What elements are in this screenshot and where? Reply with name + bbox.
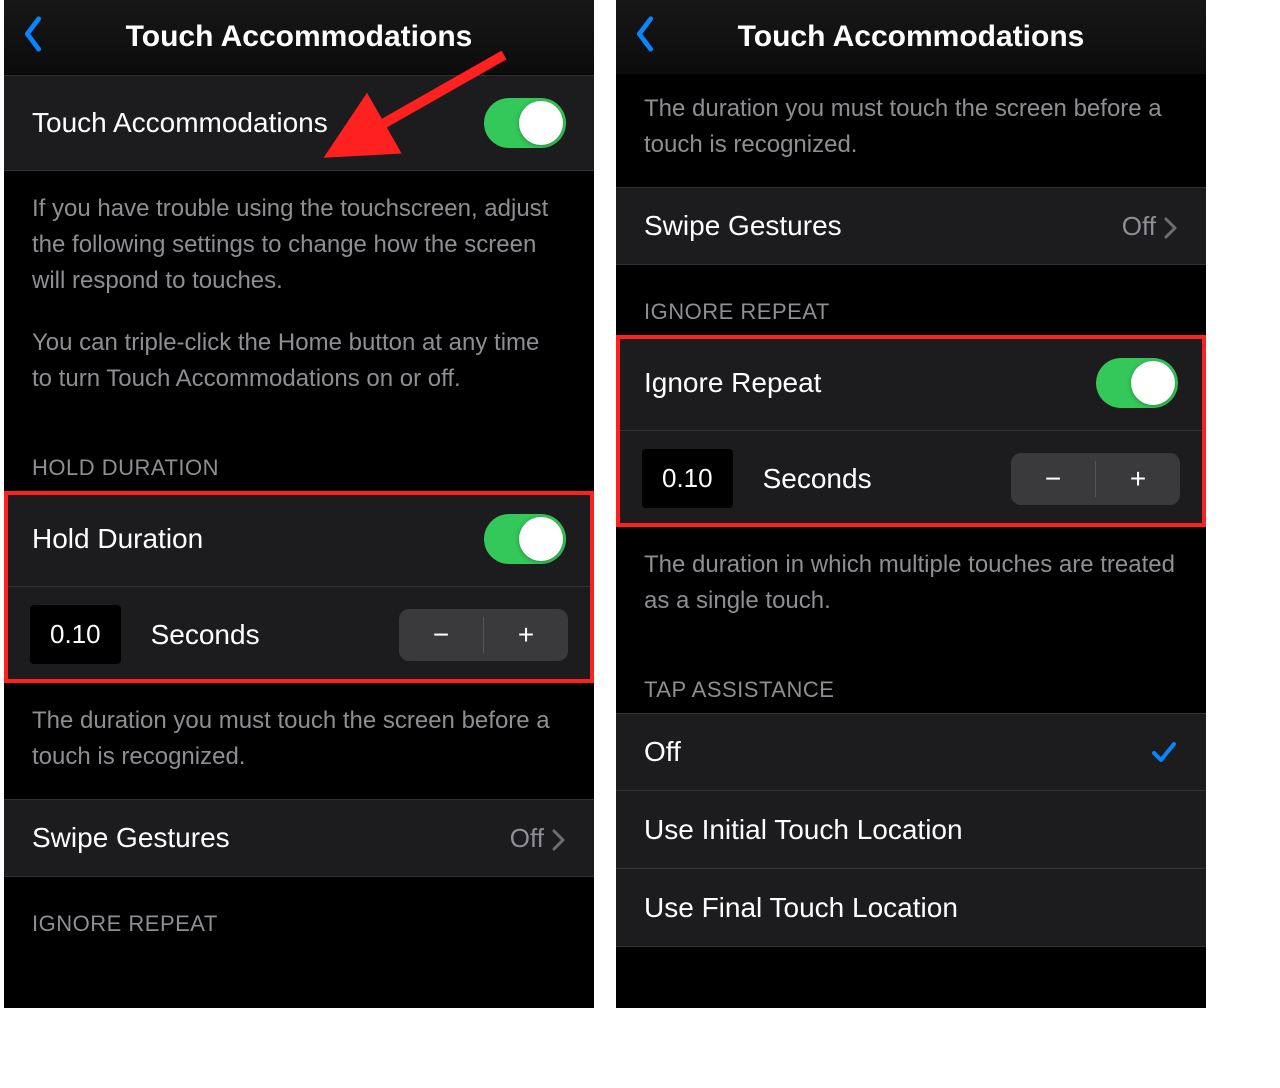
ignore-repeat-header: IGNORE REPEAT bbox=[4, 877, 594, 947]
chevron-right-icon bbox=[1164, 215, 1178, 237]
right-screenshot: Touch Accommodations The duration you mu… bbox=[616, 0, 1206, 1008]
swipe-gestures-row[interactable]: Swipe Gestures Off bbox=[616, 187, 1206, 265]
seconds-label: Seconds bbox=[151, 619, 369, 651]
chevron-right-icon bbox=[552, 827, 566, 849]
page-title: Touch Accommodations bbox=[738, 20, 1085, 54]
tap-option-initial-label: Use Initial Touch Location bbox=[644, 814, 963, 846]
hold-duration-value: 0.10 bbox=[30, 605, 121, 664]
tap-option-initial[interactable]: Use Initial Touch Location bbox=[616, 791, 1206, 869]
nav-header: Touch Accommodations bbox=[616, 0, 1206, 75]
tap-option-final[interactable]: Use Final Touch Location bbox=[616, 869, 1206, 947]
tap-option-off[interactable]: Off bbox=[616, 713, 1206, 791]
tap-option-off-label: Off bbox=[644, 736, 681, 768]
hold-duration-toggle[interactable] bbox=[484, 514, 566, 564]
hold-duration-footer: The duration you must touch the screen b… bbox=[4, 683, 594, 799]
swipe-gestures-value: Off bbox=[510, 823, 544, 854]
tap-assistance-header: TAP ASSISTANCE bbox=[616, 643, 1206, 713]
swipe-gestures-value: Off bbox=[1122, 211, 1156, 242]
touch-accommodations-row[interactable]: Touch Accommodations bbox=[4, 75, 594, 171]
hold-duration-footer: The duration you must touch the screen b… bbox=[616, 75, 1206, 187]
checkmark-icon bbox=[1150, 738, 1178, 766]
hold-duration-stepper-row: 0.10 Seconds − + bbox=[4, 587, 594, 683]
stepper-minus-button[interactable]: − bbox=[399, 609, 483, 661]
touch-accommodations-description: If you have trouble using the touchscree… bbox=[4, 171, 594, 421]
ignore-repeat-toggle[interactable] bbox=[1096, 358, 1178, 408]
stepper-plus-button[interactable]: + bbox=[484, 609, 568, 661]
swipe-gestures-label: Swipe Gestures bbox=[32, 822, 230, 854]
back-button[interactable] bbox=[630, 15, 660, 53]
swipe-gestures-row[interactable]: Swipe Gestures Off bbox=[4, 799, 594, 877]
hold-duration-row[interactable]: Hold Duration bbox=[4, 491, 594, 587]
stepper-minus-button[interactable]: − bbox=[1011, 453, 1095, 505]
touch-accommodations-label: Touch Accommodations bbox=[32, 107, 328, 139]
swipe-gestures-label: Swipe Gestures bbox=[644, 210, 842, 242]
ignore-repeat-highlight: Ignore Repeat 0.10 Seconds − + bbox=[616, 335, 1206, 527]
stepper-plus-button[interactable]: + bbox=[1096, 453, 1180, 505]
left-screenshot: Touch Accommodations Touch Accommodation… bbox=[4, 0, 594, 1008]
hold-duration-header: HOLD DURATION bbox=[4, 421, 594, 491]
back-button[interactable] bbox=[18, 15, 48, 53]
ignore-repeat-value: 0.10 bbox=[642, 449, 733, 508]
ignore-repeat-stepper: − + bbox=[1011, 453, 1180, 505]
tap-option-final-label: Use Final Touch Location bbox=[644, 892, 958, 924]
ignore-repeat-header: IGNORE REPEAT bbox=[616, 265, 1206, 335]
hold-duration-label: Hold Duration bbox=[32, 523, 203, 555]
ignore-repeat-footer: The duration in which multiple touches a… bbox=[616, 527, 1206, 643]
hold-duration-highlight: Hold Duration 0.10 Seconds − + bbox=[4, 491, 594, 683]
touch-accommodations-toggle[interactable] bbox=[484, 98, 566, 148]
tap-assistance-options: Off Use Initial Touch Location Use Final… bbox=[616, 713, 1206, 947]
ignore-repeat-stepper-row: 0.10 Seconds − + bbox=[616, 431, 1206, 527]
nav-header: Touch Accommodations bbox=[4, 0, 594, 75]
hold-duration-stepper: − + bbox=[399, 609, 568, 661]
ignore-repeat-label: Ignore Repeat bbox=[644, 367, 821, 399]
ignore-repeat-row[interactable]: Ignore Repeat bbox=[616, 335, 1206, 431]
seconds-label: Seconds bbox=[763, 463, 981, 495]
page-title: Touch Accommodations bbox=[126, 20, 473, 54]
